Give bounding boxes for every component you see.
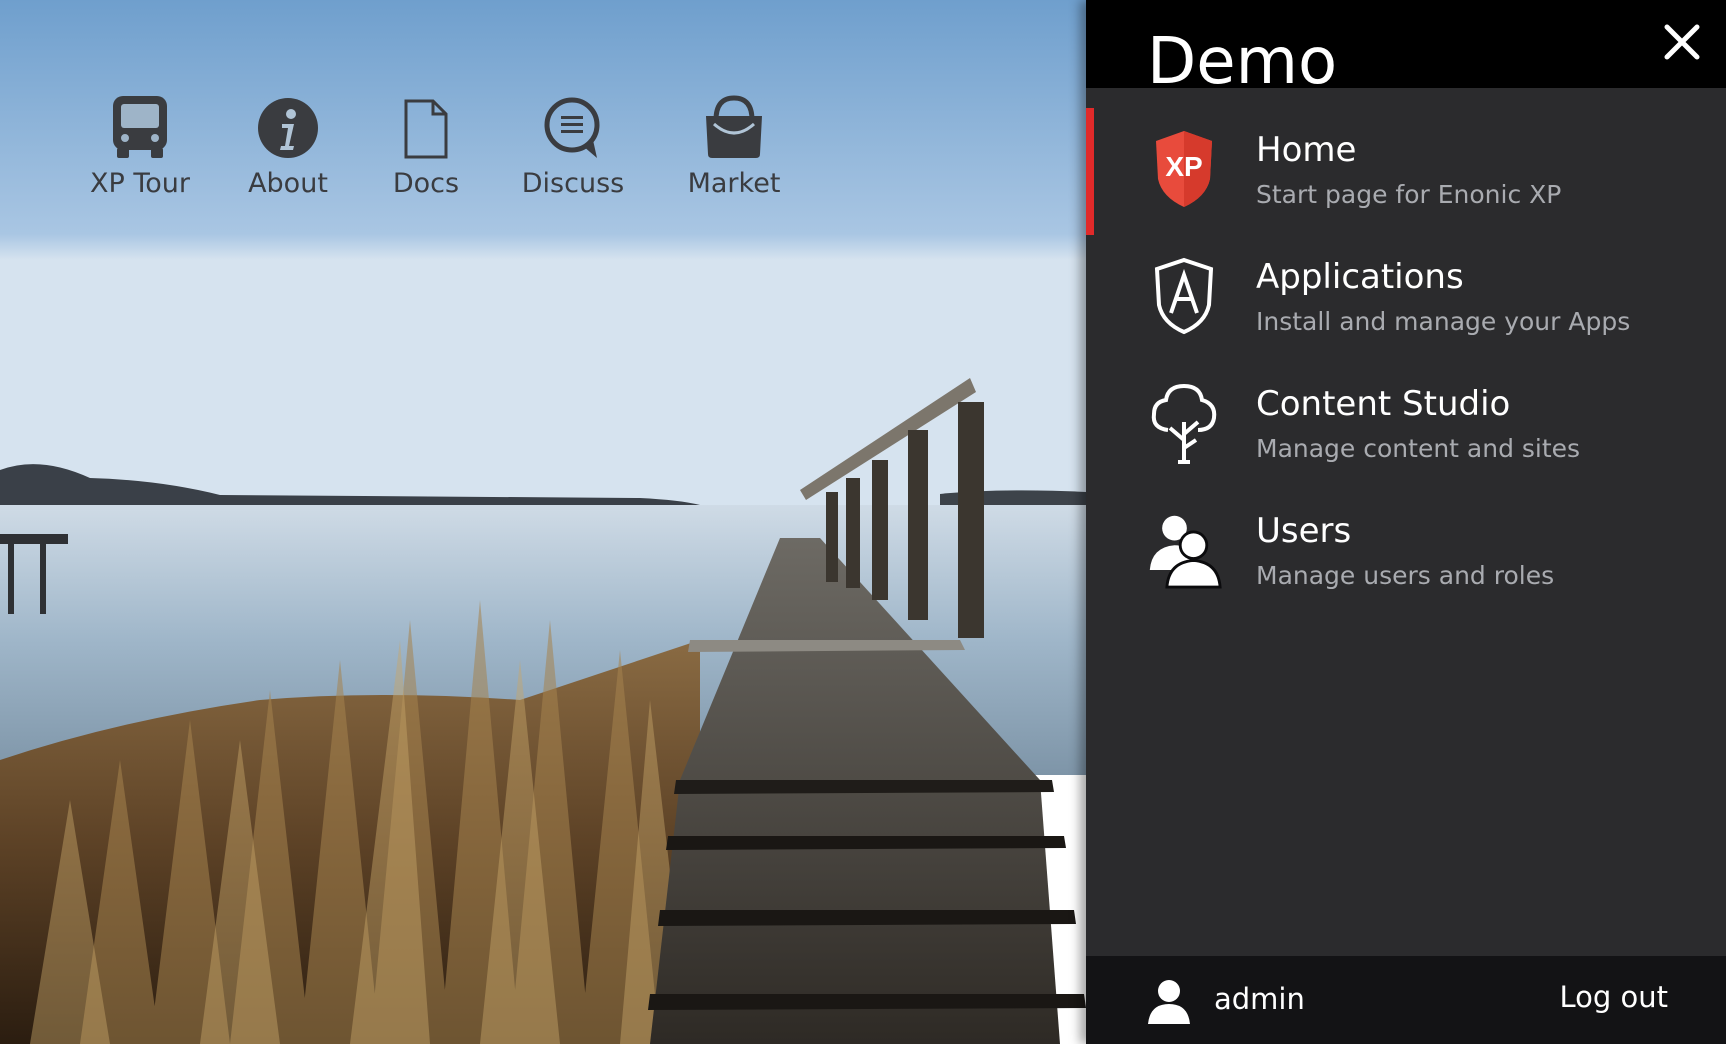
close-icon — [1664, 24, 1700, 60]
launcher-discuss[interactable]: Discuss — [486, 84, 660, 199]
chat-bubble-icon — [543, 84, 603, 160]
app-desc-home: Start page for Enonic XP — [1256, 180, 1562, 209]
launcher-about[interactable]: About — [210, 84, 366, 199]
launcher-discuss-label: Discuss — [521, 168, 625, 199]
xp-logo-icon: XP — [1146, 126, 1222, 212]
user-avatar-icon — [1146, 978, 1192, 1024]
launcher-about-label: About — [248, 168, 328, 199]
close-button[interactable] — [1662, 22, 1702, 62]
app-desc-applications: Install and manage your Apps — [1256, 307, 1631, 336]
panel-footer: admin Log out — [1086, 956, 1726, 1044]
launcher-docs[interactable]: Docs — [366, 84, 486, 199]
users-icon — [1146, 507, 1222, 593]
app-name-users: Users — [1256, 511, 1352, 551]
app-item-content-studio[interactable]: Content Studio Manage content and sites — [1086, 362, 1726, 489]
app-desc-users: Manage users and roles — [1256, 561, 1555, 590]
app-name-home: Home — [1256, 130, 1357, 170]
app-list: XP Home Start page for Enonic XP Applica… — [1086, 108, 1726, 616]
launcher-xp-tour-label: XP Tour — [90, 168, 190, 199]
shopping-bag-icon — [704, 84, 764, 160]
app-name-content-studio: Content Studio — [1256, 384, 1511, 424]
user-name: admin — [1214, 982, 1305, 1016]
bus-icon — [111, 84, 169, 160]
launcher-docs-label: Docs — [392, 168, 460, 199]
panel-title: Demo — [1147, 25, 1338, 99]
launcher-market-label: Market — [687, 168, 781, 199]
launcher-toolbar: XP Tour About Docs Discuss Market — [70, 84, 808, 199]
app-item-home[interactable]: XP Home Start page for Enonic XP — [1086, 108, 1726, 235]
app-item-applications[interactable]: Applications Install and manage your App… — [1086, 235, 1726, 362]
app-item-users[interactable]: Users Manage users and roles — [1086, 489, 1726, 616]
app-desc-content-studio: Manage content and sites — [1256, 434, 1581, 463]
info-icon — [256, 84, 320, 160]
app-name-applications: Applications — [1256, 257, 1464, 297]
document-icon — [403, 84, 449, 160]
screen: XP Tour About Docs Discuss Market Demo X… — [0, 0, 1726, 1044]
applications-shield-icon — [1146, 253, 1222, 339]
tree-icon — [1146, 380, 1222, 466]
xp-logo-text: XP — [1165, 151, 1202, 182]
launcher-market[interactable]: Market — [660, 84, 808, 199]
app-launcher-panel: Demo XP Home Start page for Enonic XP Ap… — [1086, 0, 1726, 1044]
launcher-xp-tour[interactable]: XP Tour — [70, 84, 210, 199]
logout-link[interactable]: Log out — [1559, 980, 1668, 1014]
panel-header: Demo — [1086, 0, 1726, 99]
